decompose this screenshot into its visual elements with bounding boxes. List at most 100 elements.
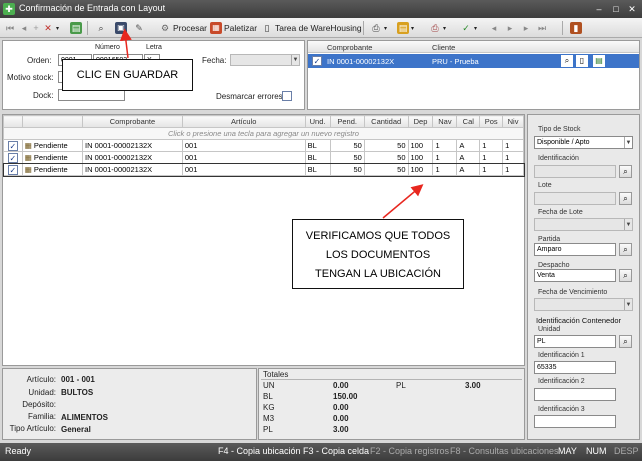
header-pend[interactable]: Pend.	[329, 115, 365, 128]
row-niv[interactable]: 1	[502, 151, 524, 164]
partida-label: Partida	[538, 236, 561, 243]
row-pend[interactable]: 50	[329, 163, 365, 176]
row-nav[interactable]: 1	[432, 139, 458, 152]
partida-input[interactable]: Amparo	[534, 243, 616, 256]
edit-icon[interactable]: ✎	[133, 20, 145, 36]
fecha-vencimiento-label: Fecha de Vencimiento	[538, 289, 608, 296]
row-cal[interactable]: A	[456, 139, 481, 152]
row-niv[interactable]: 1	[502, 139, 524, 152]
row-nav[interactable]: 1	[432, 163, 458, 176]
exit-door-icon[interactable]: ▮	[570, 20, 582, 36]
ident-contenedor-label: Identificación Contenedor	[536, 316, 622, 325]
check-icon[interactable]: ✓ ▾	[460, 20, 477, 36]
nav-prev-icon[interactable]: ◂	[18, 20, 30, 36]
new-record-hint[interactable]: Click o presione una tecla para agregar …	[3, 127, 524, 140]
grid-icon[interactable]: ▤	[70, 20, 82, 36]
binoculars-icon[interactable]: ⌕	[95, 20, 107, 36]
row-cantidad[interactable]: 50	[363, 151, 409, 164]
table-row[interactable]: ✓ ▦ Pendiente IN 0001-00002132X 001 BL 5…	[2, 162, 525, 177]
row-und[interactable]: BL	[304, 139, 331, 152]
maximize-button[interactable]: □	[610, 3, 622, 15]
search-icon[interactable]: ⌕	[561, 55, 573, 67]
header-dep[interactable]: Dep	[407, 115, 434, 128]
tarea-warehousing-button[interactable]: ▯ Tarea de WareHousing	[261, 20, 362, 36]
ident1-input[interactable]: 65335	[534, 361, 616, 374]
row-cal[interactable]: A	[456, 163, 481, 176]
new-record-row[interactable]: Click o presione una tecla para agregar …	[3, 127, 524, 140]
export-icon[interactable]: ▤ ▾	[397, 20, 414, 36]
paletizar-button[interactable]: ▦ Paletizar	[210, 20, 257, 36]
binoculars-icon[interactable]: ⌕	[619, 269, 632, 282]
header-cantidad[interactable]: Cantidad	[363, 115, 409, 128]
binoculars-icon[interactable]: ⌕	[619, 165, 632, 178]
binoculars-icon[interactable]: ⌕	[619, 243, 632, 256]
header-niv[interactable]: Niv	[502, 115, 524, 128]
print-preview-icon[interactable]: ⎙ ▾	[429, 20, 446, 36]
row-cantidad[interactable]: 50	[363, 163, 409, 176]
unidad-input[interactable]: PL	[534, 335, 616, 348]
delete-icon[interactable]: ✕ ▾	[42, 20, 59, 36]
print-icon[interactable]: ⎙ ▾	[370, 20, 387, 36]
row-und[interactable]: BL	[304, 163, 331, 176]
nav-forward-icon[interactable]: ▸	[520, 20, 532, 36]
row-pend[interactable]: 50	[329, 151, 365, 164]
list-icon[interactable]: ▤	[593, 55, 605, 67]
table-row[interactable]: ✓ ▦ Pendiente IN 0001-00002132X 001 BL 5…	[3, 151, 524, 164]
doc-row-checkbox[interactable]: ✓	[312, 56, 322, 66]
row-pos[interactable]: 1	[479, 151, 504, 164]
nav-first-icon[interactable]: ⏮	[4, 20, 16, 36]
row-pos[interactable]: 1	[479, 139, 504, 152]
ident3-label: Identificación 3	[538, 406, 585, 413]
row-cal[interactable]: A	[456, 151, 481, 164]
row-dep[interactable]: 100	[407, 151, 434, 164]
total-bl-value: 150.00	[333, 392, 358, 401]
identificacion-input[interactable]	[534, 165, 616, 178]
row-checkbox[interactable]: ✓	[7, 164, 18, 175]
row-checkbox[interactable]: ✓	[7, 152, 18, 163]
header-comprobante[interactable]: Comprobante	[82, 115, 183, 128]
fecha-input[interactable]: ▼	[230, 54, 300, 66]
shortcut-f4: F4 - Copia ubicación	[218, 446, 301, 456]
header-und[interactable]: Und.	[304, 115, 331, 128]
row-articulo[interactable]: 001	[181, 139, 306, 152]
nav-back-icon[interactable]: ◂	[488, 20, 500, 36]
lote-input[interactable]	[534, 192, 616, 205]
ident3-input[interactable]	[534, 415, 616, 428]
row-niv[interactable]: 1	[502, 163, 524, 176]
row-articulo[interactable]: 001	[181, 163, 306, 176]
header-estado	[21, 115, 84, 128]
clipboard-icon[interactable]: ▯	[576, 55, 588, 67]
add-icon[interactable]: +	[30, 20, 42, 36]
header-nav[interactable]: Nav	[432, 115, 458, 128]
ident2-input[interactable]	[534, 388, 616, 401]
row-dep[interactable]: 100	[407, 163, 434, 176]
row-nav[interactable]: 1	[432, 151, 458, 164]
row-dep[interactable]: 100	[407, 139, 434, 152]
row-comprobante[interactable]: IN 0001-00002132X	[82, 151, 183, 164]
row-articulo[interactable]: 001	[181, 151, 306, 164]
fecha-lote-input[interactable]: ▼	[534, 218, 633, 231]
binoculars-icon[interactable]: ⌕	[619, 192, 632, 205]
row-und[interactable]: BL	[304, 151, 331, 164]
close-window-button[interactable]: ✕	[626, 3, 638, 15]
save-button[interactable]: ▣	[115, 20, 127, 36]
header-cal[interactable]: Cal	[456, 115, 481, 128]
nav-last-icon[interactable]: ⏭	[536, 20, 548, 36]
row-cantidad[interactable]: 50	[363, 139, 409, 152]
row-comprobante[interactable]: IN 0001-00002132X	[82, 163, 183, 176]
row-checkbox[interactable]: ✓	[7, 140, 18, 151]
desmarcar-errores-checkbox[interactable]	[282, 91, 292, 101]
nav-next-icon[interactable]: ▸	[504, 20, 516, 36]
row-pos[interactable]: 1	[479, 163, 504, 176]
header-articulo[interactable]: Artículo	[181, 115, 306, 128]
header-pos[interactable]: Pos	[479, 115, 504, 128]
table-row[interactable]: ✓ ▦ Pendiente IN 0001-00002132X 001 BL 5…	[3, 139, 524, 152]
minimize-button[interactable]: –	[593, 3, 605, 15]
despacho-input[interactable]: Venta	[534, 269, 616, 282]
procesar-button[interactable]: ⚙ Procesar	[159, 20, 207, 36]
tipo-stock-select[interactable]: Disponible / Apto ▼	[534, 136, 633, 149]
binoculars-icon[interactable]: ⌕	[619, 335, 632, 348]
row-comprobante[interactable]: IN 0001-00002132X	[82, 139, 183, 152]
fecha-vencimiento-input[interactable]: ▼	[534, 298, 633, 311]
row-pend[interactable]: 50	[329, 139, 365, 152]
